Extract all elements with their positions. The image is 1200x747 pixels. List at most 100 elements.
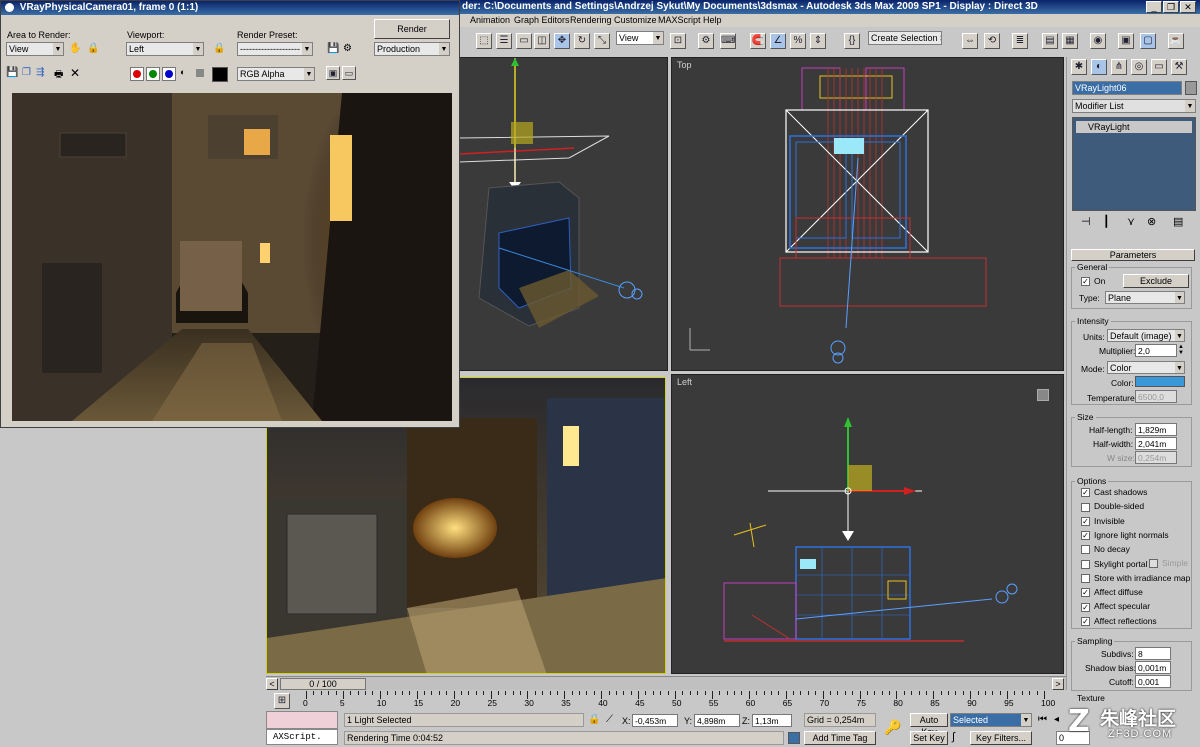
option-checkbox[interactable]: ✓ (1081, 531, 1090, 541)
swatch-black[interactable] (212, 67, 228, 82)
alpha-channel-icon[interactable]: ◐ (180, 67, 185, 77)
render-preset-dropdown[interactable]: -------------------- ▼ (237, 42, 313, 56)
mirror-icon[interactable]: ⇔ (962, 33, 978, 49)
option-row[interactable]: No decay (1081, 544, 1130, 555)
option-row[interactable]: Store with irradiance map (1081, 573, 1190, 584)
save-image-icon[interactable]: 💾 (6, 67, 18, 78)
option-checkbox[interactable]: ✓ (1081, 488, 1090, 498)
object-color-swatch[interactable] (1185, 81, 1197, 95)
clone-icon[interactable]: ❐ (22, 67, 31, 78)
modifier-list-dropdown[interactable]: Modifier List ▼ (1072, 99, 1196, 113)
save-preset-icon[interactable]: 💾 (327, 43, 339, 54)
previous-frame-icon[interactable]: ◂ (1054, 714, 1059, 725)
cutoff-spinner[interactable]: 0,001 (1135, 675, 1171, 688)
units-dropdown[interactable]: Default (image) ▼ (1107, 329, 1185, 342)
subdivs-spinner[interactable]: 8 (1135, 647, 1171, 660)
copy-icon[interactable]: ⇶ (36, 67, 44, 78)
time-tag-icon[interactable] (788, 732, 800, 744)
option-row[interactable]: ✓ Ignore light normals (1081, 530, 1169, 541)
viewport-left[interactable]: Left (671, 374, 1064, 674)
remove-modifier-icon[interactable]: ⊗ (1147, 215, 1156, 228)
z-coordinate-field[interactable]: 1,13m (752, 714, 792, 727)
x-coordinate-field[interactable]: -0,453m (632, 714, 678, 727)
menu-animation[interactable]: Animation (470, 15, 510, 25)
layer-manager-icon[interactable]: ≣ (1012, 33, 1028, 49)
material-editor-icon[interactable]: ◉ (1090, 33, 1106, 49)
modifier-stack-item[interactable]: VRayLight (1076, 121, 1192, 133)
viewport-left-label[interactable]: Left (677, 377, 692, 387)
viewport-lock-icon[interactable]: 🔒 (213, 43, 225, 54)
blue-channel-button[interactable] (162, 67, 176, 81)
rotate-icon[interactable]: ↻ (574, 33, 590, 49)
hierarchy-tab-icon[interactable]: ⋔ (1111, 59, 1127, 75)
shadow-bias-spinner[interactable]: 0,001m (1135, 661, 1171, 674)
select-object-icon[interactable]: ⬚ (476, 33, 492, 49)
make-unique-icon[interactable]: ⋎ (1127, 215, 1135, 228)
restore-button[interactable]: ❐ (1163, 1, 1179, 13)
auto-key-button[interactable]: Auto Key (910, 713, 948, 737)
viewport-perspective-top[interactable] (458, 57, 668, 371)
named-selection-field[interactable]: Create Selection Se (868, 31, 942, 45)
time-slider-thumb[interactable]: 0 / 100 (280, 678, 366, 690)
object-name-field[interactable]: VRayLight06 (1072, 81, 1182, 95)
settings-gear-icon[interactable]: ⚙ (343, 43, 352, 54)
option-row[interactable]: ✓ Affect specular (1081, 601, 1150, 612)
menu-customize[interactable]: Customize (614, 15, 657, 25)
percent-snap-icon[interactable]: % (790, 33, 806, 49)
viewport-dropdown[interactable]: Left ▼ (126, 42, 204, 56)
on-checkbox-row[interactable]: ✓ On (1081, 276, 1105, 287)
lock-selection-icon[interactable]: 🔒 (588, 714, 600, 725)
set-key-icon[interactable]: 🔑 (884, 719, 901, 736)
menu-maxscript[interactable]: MAXScript (658, 15, 701, 25)
key-mode-dropdown[interactable]: Selected ▼ (950, 713, 1032, 727)
modify-tab-icon[interactable]: ◐ (1091, 59, 1107, 75)
lock-icon[interactable]: 🔒 (87, 43, 99, 54)
option-checkbox[interactable] (1081, 559, 1090, 569)
option-checkbox[interactable] (1081, 545, 1090, 555)
pin-stack-icon[interactable]: ⊣ (1081, 215, 1091, 228)
render-button[interactable]: Render (374, 19, 450, 39)
menu-rendering[interactable]: Rendering (570, 15, 612, 25)
add-time-tag-button[interactable]: Add Time Tag (804, 731, 876, 745)
utilities-tab-icon[interactable]: ⚒ (1171, 59, 1187, 75)
option-checkbox[interactable]: ✓ (1081, 616, 1090, 626)
viewport-top-label[interactable]: Top (677, 60, 692, 70)
maxscript-listener[interactable] (266, 711, 338, 729)
set-key-button[interactable]: Set Key (910, 731, 948, 745)
half-length-spinner[interactable]: 1,829m (1135, 423, 1177, 436)
time-slider[interactable]: < 0 / 100 > (266, 676, 1066, 690)
hand-icon[interactable]: ✋ (69, 43, 81, 54)
reference-coord-dropdown[interactable]: View ▼ (616, 31, 664, 45)
render-mode-dropdown[interactable]: Production ▼ (374, 42, 450, 56)
render-setup-icon[interactable]: ▣ (1118, 33, 1134, 49)
exclude-button[interactable]: Exclude (1123, 274, 1189, 288)
close-button[interactable]: ✕ (1180, 1, 1196, 13)
clone-window-icon[interactable]: ▭ (342, 66, 356, 80)
display-window-icon[interactable]: ▣ (326, 66, 340, 80)
named-selection-icon[interactable]: {} (844, 33, 860, 49)
menu-help[interactable]: Help (703, 15, 722, 25)
option-row[interactable]: ✓ Cast shadows (1081, 487, 1147, 498)
select-manipulate-icon[interactable]: ⚙ (698, 33, 714, 49)
scale-icon[interactable]: ⤡ (594, 33, 610, 49)
menu-graph-editors[interactable]: Graph Editors (514, 15, 570, 25)
modifier-stack[interactable]: VRayLight (1072, 117, 1196, 211)
viewcube-icon[interactable] (1037, 389, 1049, 401)
show-end-result-icon[interactable]: ┃ (1103, 215, 1110, 228)
minimize-button[interactable]: _ (1146, 1, 1162, 13)
default-tangent-icon[interactable]: ∫ (952, 731, 955, 743)
configure-sets-icon[interactable]: ▤ (1173, 215, 1183, 228)
half-width-spinner[interactable]: 2,041m (1135, 437, 1177, 450)
go-to-start-icon[interactable]: ⏮ (1038, 714, 1047, 725)
curve-editor-icon[interactable]: ▤ (1042, 33, 1058, 49)
mono-channel-icon[interactable] (196, 69, 204, 77)
track-bar-menu-icon[interactable]: ⊞ (274, 693, 290, 709)
pivot-icon[interactable]: ⊡ (670, 33, 686, 49)
time-slider-prev[interactable]: < (266, 678, 278, 690)
option-checkbox[interactable]: ✓ (1081, 516, 1090, 526)
keyboard-shortcut-icon[interactable]: ⌨ (720, 33, 736, 49)
parameters-rollout-header[interactable]: Parameters (1071, 249, 1195, 261)
light-color-swatch[interactable] (1135, 376, 1185, 387)
region-select-icon[interactable]: ▭ (516, 33, 532, 49)
maxscript-mini-field[interactable]: AXScript. (266, 729, 338, 745)
